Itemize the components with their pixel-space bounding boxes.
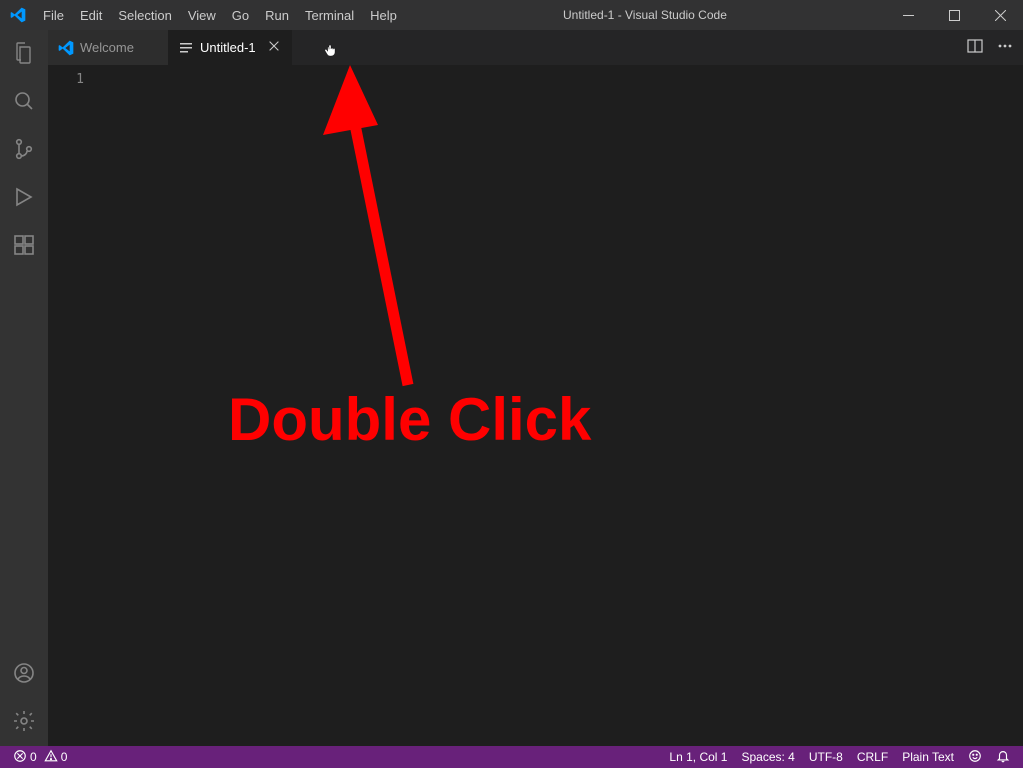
tab-label: Untitled-1 — [200, 40, 256, 55]
account-icon — [12, 661, 36, 688]
vscode-tab-icon — [58, 40, 74, 56]
vscode-logo-icon — [0, 7, 35, 23]
menu-bar: File Edit Selection View Go Run Terminal… — [35, 0, 405, 30]
feedback-icon — [968, 749, 982, 766]
tab-bar-empty-area[interactable] — [292, 30, 957, 65]
close-button[interactable] — [977, 0, 1023, 30]
main-body: Welcome Untitled-1 — [0, 30, 1023, 746]
source-control-icon — [12, 137, 36, 164]
search-icon — [12, 89, 36, 116]
status-notifications[interactable] — [989, 746, 1017, 768]
activity-bottom-group — [0, 650, 48, 746]
activity-bar — [0, 30, 48, 746]
status-eol[interactable]: CRLF — [850, 746, 895, 768]
activity-extensions[interactable] — [0, 222, 48, 270]
editor-area: Welcome Untitled-1 — [48, 30, 1023, 746]
status-right: Ln 1, Col 1 Spaces: 4 UTF-8 CRLF Plain T… — [662, 746, 1023, 768]
menu-run[interactable]: Run — [257, 0, 297, 30]
app-root: File Edit Selection View Go Run Terminal… — [0, 0, 1023, 768]
editor-content[interactable]: 1 Double Click — [48, 65, 1023, 746]
line-number: 1 — [48, 70, 84, 89]
split-editor-button[interactable] — [967, 38, 983, 57]
extensions-icon — [12, 233, 36, 260]
code-area[interactable] — [98, 65, 1023, 746]
status-problems[interactable]: 0 0 — [8, 746, 72, 768]
error-icon — [13, 749, 27, 766]
status-error-count: 0 — [30, 750, 37, 764]
status-encoding[interactable]: UTF-8 — [802, 746, 850, 768]
tab-close-button[interactable] — [266, 40, 282, 56]
files-icon — [12, 41, 36, 68]
status-language-mode[interactable]: Plain Text — [895, 746, 961, 768]
status-indentation[interactable]: Spaces: 4 — [734, 746, 801, 768]
line-number-gutter: 1 — [48, 65, 98, 746]
activity-source-control[interactable] — [0, 126, 48, 174]
tab-untitled-1[interactable]: Untitled-1 — [168, 30, 292, 65]
status-feedback[interactable] — [961, 746, 989, 768]
activity-top-group — [0, 30, 48, 270]
minimize-button[interactable] — [885, 0, 931, 30]
menu-selection[interactable]: Selection — [110, 0, 179, 30]
more-actions-button[interactable] — [997, 38, 1013, 57]
status-bar: 0 0 Ln 1, Col 1 Spaces: 4 UTF-8 CRLF Pla… — [0, 746, 1023, 768]
activity-explorer[interactable] — [0, 30, 48, 78]
debug-icon — [12, 185, 36, 212]
menu-help[interactable]: Help — [362, 0, 405, 30]
split-horizontal-icon — [967, 42, 983, 57]
activity-run-debug[interactable] — [0, 174, 48, 222]
menu-go[interactable]: Go — [224, 0, 257, 30]
warning-icon — [44, 749, 58, 766]
menu-view[interactable]: View — [180, 0, 224, 30]
tab-bar[interactable]: Welcome Untitled-1 — [48, 30, 1023, 65]
menu-file[interactable]: File — [35, 0, 72, 30]
window-title: Untitled-1 - Visual Studio Code — [405, 8, 885, 22]
close-icon — [267, 39, 281, 56]
activity-accounts[interactable] — [0, 650, 48, 698]
status-cursor-position[interactable]: Ln 1, Col 1 — [662, 746, 734, 768]
activity-settings[interactable] — [0, 698, 48, 746]
tab-label: Welcome — [80, 40, 134, 55]
status-warning-count: 0 — [61, 750, 68, 764]
title-bar: File Edit Selection View Go Run Terminal… — [0, 0, 1023, 30]
menu-edit[interactable]: Edit — [72, 0, 110, 30]
window-controls — [885, 0, 1023, 30]
menu-terminal[interactable]: Terminal — [297, 0, 362, 30]
ellipsis-icon — [997, 42, 1013, 57]
tab-welcome[interactable]: Welcome — [48, 30, 168, 65]
maximize-button[interactable] — [931, 0, 977, 30]
gear-icon — [12, 709, 36, 736]
activity-search[interactable] — [0, 78, 48, 126]
editor-actions — [957, 30, 1023, 65]
status-left: 0 0 — [0, 746, 72, 768]
bell-icon — [996, 749, 1010, 766]
text-file-icon — [178, 40, 194, 56]
